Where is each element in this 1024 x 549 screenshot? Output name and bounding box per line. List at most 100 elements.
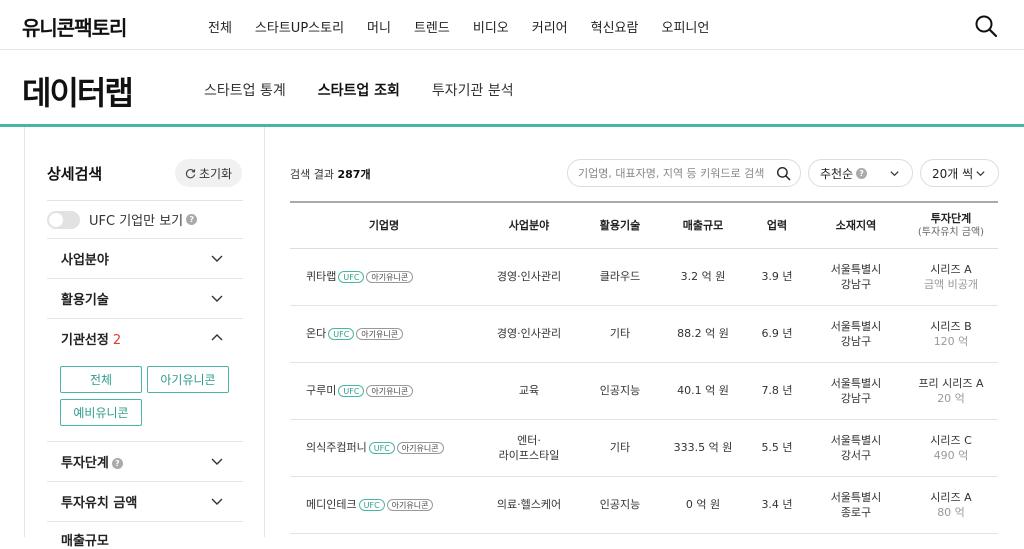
top-navigation: 유니콘팩토리 전체 스타트UP스토리 머니 트렌드 비디오 커리어 혁신요람 오… xyxy=(0,0,1024,50)
filter-field-toggle[interactable]: 사업분야 xyxy=(61,248,224,268)
amount-text: 120 억 xyxy=(933,334,969,348)
nav-item-opinion[interactable]: 오피니언 xyxy=(661,17,709,36)
region-cell: 서울특별시 강서구 xyxy=(808,419,904,476)
filter-revenue-label: 매출규모 xyxy=(61,533,109,549)
col-region[interactable]: 소재지역 xyxy=(808,202,904,248)
company-name[interactable]: 메디인테크 xyxy=(306,498,357,511)
chevron-up-icon xyxy=(211,334,223,341)
sort-select-label: 추천순 xyxy=(820,166,854,181)
divider xyxy=(47,238,243,239)
filter-tech-toggle[interactable]: 활용기술 xyxy=(61,288,224,308)
nav-item-innovation[interactable]: 혁신요람 xyxy=(591,17,639,36)
table-row[interactable]: 온다 UFC 아기유니콘 경영·인사관리 기타 88.2 억 원 6.9 년 서울특… xyxy=(290,305,998,362)
filter-selection-toggle[interactable]: 기관선정 2 xyxy=(61,328,224,348)
amount-text: 490 억 xyxy=(933,448,969,462)
years-cell: 6.9 년 xyxy=(761,327,793,340)
tab-investor-analysis[interactable]: 투자기관 분석 xyxy=(432,80,514,100)
tab-startup-search[interactable]: 스타트업 조회 xyxy=(318,80,400,100)
table-row[interactable]: 의식주컴퍼니 UFC 아기유니콘 엔터· 라이프스타일 기타 333.5 억 원 5.… xyxy=(290,419,998,476)
region-district: 강남구 xyxy=(840,334,872,348)
company-name-cell[interactable]: 온다 UFC 아기유니콘 xyxy=(290,305,478,362)
col-field[interactable]: 사업분야 xyxy=(478,202,580,248)
col-stage-sublabel: (투자유치 금액) xyxy=(917,226,985,238)
chip-all[interactable]: 전체 xyxy=(60,366,142,393)
per-page-select[interactable]: 20개 씩 xyxy=(920,159,999,187)
help-icon[interactable]: ? xyxy=(111,457,123,469)
field-text: 의료·헬스케어 xyxy=(496,498,562,511)
nav-item-money[interactable]: 머니 xyxy=(367,17,391,36)
table-row[interactable]: 구루미 UFC 아기유니콘 교육 인공지능 40.1 억 원 7.8 년 서울특별시… xyxy=(290,362,998,419)
search-icon[interactable] xyxy=(974,14,998,38)
chip-baby-unicorn[interactable]: 아기유니콘 xyxy=(147,366,229,393)
divider xyxy=(47,318,243,319)
tech-cell: 클라우드 xyxy=(599,270,641,283)
stage-cell: 시리즈 C 490 억 xyxy=(904,419,998,476)
chip-pre-unicorn[interactable]: 예비유니콘 xyxy=(60,399,142,426)
table-header-row: 기업명 사업분야 활용기술 매출규모 업력 소재지역 투자단계 (투자유치 금액) xyxy=(290,202,998,248)
col-tech[interactable]: 활용기술 xyxy=(580,202,660,248)
revenue-cell: 0 억 원 xyxy=(685,498,721,511)
stage-text: 프리 시리즈 A xyxy=(918,376,984,390)
keyword-search-box xyxy=(567,159,801,187)
ufc-toggle[interactable] xyxy=(47,210,80,229)
filter-stage-text: 투자단계 xyxy=(61,455,109,471)
filter-amount-label: 투자유치 금액 xyxy=(61,495,138,511)
nav-item-startup-story[interactable]: 스타트UP스토리 xyxy=(255,17,344,36)
ufc-badge: UFC xyxy=(328,328,355,340)
col-stage[interactable]: 투자단계 (투자유치 금액) xyxy=(904,202,998,248)
company-name-cell[interactable]: 퀴타랩 UFC 아기유니콘 xyxy=(290,248,478,305)
filter-sidebar: 상세검색 초기화 UFC 기업만 보기 ? 사업분야 활용기술 기관선정 2 전체… xyxy=(24,127,265,549)
field-cell: 엔터· 라이프스타일 xyxy=(478,419,580,476)
nav-item-career[interactable]: 커리어 xyxy=(532,17,568,36)
stage-cell: 프리 시리즈 A 20 억 xyxy=(904,362,998,419)
years-cell: 5.5 년 xyxy=(761,441,793,454)
company-name-cell[interactable]: 구루미 UFC 아기유니콘 xyxy=(290,362,478,419)
region-cell: 서울특별시 강남구 xyxy=(808,362,904,419)
revenue-cell: 40.1 억 원 xyxy=(677,384,729,397)
region-district: 강남구 xyxy=(840,277,872,291)
field-cell: 경영·인사관리 xyxy=(478,248,580,305)
reset-button-label: 초기화 xyxy=(198,166,233,181)
per-page-label: 20개 씩 xyxy=(932,166,974,181)
sidebar-title: 상세검색 xyxy=(47,165,103,183)
company-name[interactable]: 구루미 xyxy=(306,384,336,397)
nav-item-video[interactable]: 비디오 xyxy=(473,17,509,36)
table-row[interactable]: 퀴타랩 UFC 아기유니콘 경영·인사관리 클라우드 3.2 억 원 3.9 년 서… xyxy=(290,248,998,305)
nav-item-trend[interactable]: 트렌드 xyxy=(414,17,450,36)
company-name-cell[interactable]: 의식주컴퍼니 UFC 아기유니콘 xyxy=(290,419,478,476)
filter-revenue-toggle[interactable]: 매출규모 xyxy=(61,529,224,549)
keyword-search-input[interactable] xyxy=(578,166,768,180)
baby-unicorn-badge: 아기유니콘 xyxy=(366,271,414,283)
col-years[interactable]: 업력 xyxy=(746,202,808,248)
sort-select[interactable]: 추천순? xyxy=(808,159,913,187)
company-name[interactable]: 의식주컴퍼니 xyxy=(306,441,367,454)
chevron-down-icon xyxy=(976,171,985,177)
site-logo[interactable]: 유니콘팩토리 xyxy=(22,12,127,41)
company-name-cell[interactable]: 메디인테크 UFC 아기유니콘 xyxy=(290,476,478,533)
field-text: 경영·인사관리 xyxy=(496,327,562,340)
help-icon[interactable]: ? xyxy=(856,167,868,179)
field-text: 경영·인사관리 xyxy=(496,270,562,283)
nav-item-all[interactable]: 전체 xyxy=(208,17,232,36)
col-revenue[interactable]: 매출규모 xyxy=(660,202,746,248)
tab-startup-stats[interactable]: 스타트업 통계 xyxy=(204,80,286,100)
filter-stage-toggle[interactable]: 투자단계? xyxy=(61,451,224,471)
table-row[interactable]: 메디인테크 UFC 아기유니콘 의료·헬스케어 인공지능 0 억 원 3.4 년 서… xyxy=(290,476,998,533)
region-cell: 서울특별시 종로구 xyxy=(808,476,904,533)
company-name[interactable]: 온다 xyxy=(306,327,326,340)
company-name[interactable]: 퀴타랩 xyxy=(306,270,336,283)
col-name[interactable]: 기업명 xyxy=(290,202,478,248)
filter-selection-text: 기관선정 xyxy=(61,332,109,348)
page-title: 데이터랩 xyxy=(22,74,134,112)
search-icon[interactable] xyxy=(776,166,791,181)
tech-cell: 인공지능 xyxy=(599,498,641,511)
chevron-down-icon xyxy=(211,458,223,465)
help-icon[interactable]: ? xyxy=(186,214,198,225)
region-district: 종로구 xyxy=(840,505,872,519)
ufc-badge: UFC xyxy=(338,385,365,397)
results-count: 검색 결과 287개 xyxy=(290,166,371,182)
reset-button[interactable]: 초기화 xyxy=(175,159,242,187)
divider xyxy=(47,521,243,522)
filter-amount-toggle[interactable]: 투자유치 금액 xyxy=(61,491,224,511)
main-nav: 전체 스타트UP스토리 머니 트렌드 비디오 커리어 혁신요람 오피니언 xyxy=(208,17,732,36)
